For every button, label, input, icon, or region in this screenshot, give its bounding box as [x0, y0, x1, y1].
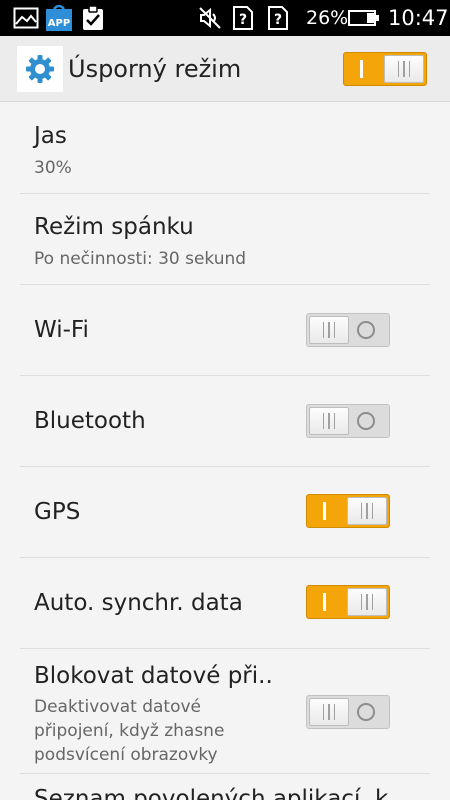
toggle-off-mark	[357, 703, 375, 721]
unknown-sim-icon: ?	[266, 5, 290, 31]
setting-title: Bluetooth	[34, 408, 146, 434]
setting-wifi[interactable]: Wi-Fi	[0, 285, 450, 375]
battery-icon	[348, 5, 380, 31]
setting-title: Blokovat datové při..	[34, 663, 273, 689]
setting-subtitle: Po nečinnosti: 30 sekund	[34, 249, 247, 269]
app-store-icon: APP	[46, 5, 72, 31]
battery-percent: 26%	[306, 7, 349, 29]
setting-bluetooth[interactable]: Bluetooth	[0, 376, 450, 466]
wifi-toggle[interactable]	[306, 313, 390, 347]
setting-title: Jas	[34, 123, 67, 149]
setting-title: Wi-Fi	[34, 317, 89, 343]
toggle-thumb	[309, 698, 349, 726]
toggle-on-mark	[323, 593, 326, 611]
clock: 10:47	[388, 6, 449, 30]
setting-sleep-mode[interactable]: Režim spánku Po nečinnosti: 30 sekund	[0, 194, 450, 284]
toggle-thumb	[347, 497, 387, 525]
app-header: Úsporný režim	[0, 36, 450, 102]
gear-icon[interactable]	[17, 46, 63, 92]
setting-subtitle: 30%	[34, 158, 72, 178]
bluetooth-toggle[interactable]	[306, 404, 390, 438]
toggle-thumb	[347, 588, 387, 616]
status-bar: APP ? ? 26% 10:47	[0, 0, 450, 36]
auto-sync-toggle[interactable]	[306, 585, 390, 619]
toggle-thumb	[309, 407, 349, 435]
setting-title: GPS	[34, 499, 81, 525]
setting-gps[interactable]: GPS	[0, 467, 450, 557]
power-saving-toggle[interactable]	[343, 52, 427, 86]
setting-brightness[interactable]: Jas 30%	[0, 103, 450, 193]
setting-auto-sync[interactable]: Auto. synchr. data	[0, 558, 450, 648]
app-badge-label: APP	[48, 18, 70, 29]
gallery-icon	[12, 5, 40, 31]
muted-icon	[197, 5, 223, 31]
setting-title: Režim spánku	[34, 214, 194, 240]
toggle-on-mark	[323, 502, 326, 520]
toggle-off-mark	[357, 321, 375, 339]
unknown-sim-icon: ?	[231, 5, 255, 31]
toggle-thumb	[309, 316, 349, 344]
toggle-on-mark	[360, 60, 363, 78]
toggle-thumb	[384, 55, 424, 83]
setting-title: Seznam povolených aplikací, k	[34, 786, 389, 800]
setting-title: Auto. synchr. data	[34, 590, 243, 616]
page-title: Úsporný režim	[68, 55, 242, 83]
setting-subtitle: Deaktivovat datové připojení, když zhasn…	[34, 697, 225, 765]
setting-allowed-apps[interactable]: Seznam povolených aplikací, k	[0, 774, 450, 800]
svg-text:?: ?	[274, 12, 282, 28]
setting-block-data[interactable]: Blokovat datové při.. Deaktivovat datové…	[0, 649, 450, 773]
svg-text:?: ?	[239, 12, 247, 28]
block-data-toggle[interactable]	[306, 695, 390, 729]
clipboard-check-icon	[80, 5, 106, 31]
toggle-off-mark	[357, 412, 375, 430]
gps-toggle[interactable]	[306, 494, 390, 528]
